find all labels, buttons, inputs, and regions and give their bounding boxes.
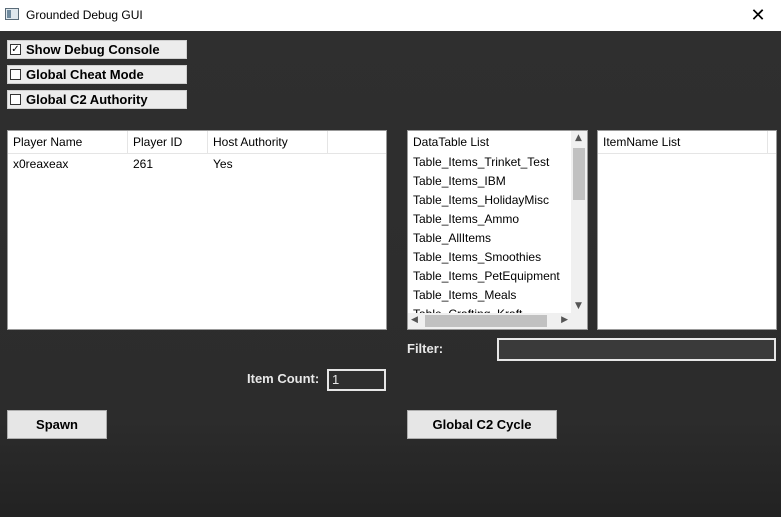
table-header: Player Name Player ID Host Authority [8,131,386,154]
scrollbar-thumb[interactable] [573,148,585,200]
list-item[interactable]: Table_Items_Trinket_Test [408,153,571,172]
list-item[interactable]: Table_Items_Smoothies [408,248,571,267]
checkbox-box[interactable] [10,94,21,105]
list-header: DataTable List [413,135,490,149]
scroll-down-icon[interactable]: ▼ [575,301,582,311]
players-table[interactable]: Player Name Player ID Host Authority x0r… [7,130,387,330]
scrollbar-thumb[interactable] [425,315,547,327]
list-item[interactable]: Table_Crafting_Kraft [408,305,571,313]
list-item[interactable]: Table_Items_Meals [408,286,571,305]
item-count-input[interactable]: 1 [327,369,386,391]
show-debug-console-checkbox[interactable]: ✓ Show Debug Console [7,40,187,59]
checkmark-icon: ✓ [11,43,20,55]
list-header: ItemName List [598,131,776,154]
filter-input[interactable] [497,338,776,361]
itemname-list[interactable]: ItemName List [597,130,777,330]
scrollbar-corner [571,313,587,329]
column-header-player-id[interactable]: Player ID [128,131,208,153]
list-item[interactable]: Table_Items_HolidayMisc [408,191,571,210]
table-row[interactable]: x0reaxeax 261 Yes [8,154,386,175]
list-item[interactable]: Table_Items_Ammo [408,210,571,229]
spawn-button[interactable]: Spawn [7,410,107,439]
client-area: ✓ Show Debug Console Global Cheat Mode G… [0,31,781,517]
global-c2-cycle-button[interactable]: Global C2 Cycle [407,410,557,439]
player-name-cell: x0reaxeax [13,157,69,171]
datatable-list[interactable]: DataTable List Table_Items_Trinket_Test … [407,130,588,330]
host-authority-cell: Yes [213,157,233,171]
scroll-up-icon[interactable]: ▲ [575,133,582,143]
app-icon [5,8,19,20]
title-bar: Grounded Debug GUI ✕ [0,0,781,31]
vertical-scrollbar[interactable]: ▲ ▼ [571,131,587,313]
close-icon: ✕ [750,5,766,26]
column-header-player-name[interactable]: Player Name [8,131,128,153]
close-button[interactable]: ✕ [735,0,781,31]
global-c2-authority-checkbox[interactable]: Global C2 Authority [7,90,187,109]
checkbox-box[interactable] [10,69,21,80]
checkbox-label: Global C2 Authority [26,92,148,107]
list-item[interactable]: Table_Items_PetEquipment [408,267,571,286]
column-header-itemname[interactable]: ItemName List [598,131,768,153]
scroll-right-icon[interactable]: ▶ [561,315,568,325]
filter-label: Filter: [407,341,444,356]
scroll-left-icon[interactable]: ◀ [411,315,418,325]
window-title: Grounded Debug GUI [26,8,143,22]
list-item[interactable]: Table_Items_IBM [408,172,571,191]
datatable-list-viewport: DataTable List Table_Items_Trinket_Test … [408,131,571,313]
checkbox-box[interactable]: ✓ [10,44,21,55]
horizontal-scrollbar[interactable]: ◀ ▶ [408,313,571,329]
checkbox-label: Show Debug Console [26,42,160,57]
checkbox-label: Global Cheat Mode [26,67,144,82]
item-count-label: Item Count: [247,371,320,386]
column-header-host-authority[interactable]: Host Authority [208,131,328,153]
list-item[interactable]: Table_AllItems [408,229,571,248]
player-id-cell: 261 [133,157,154,171]
global-cheat-mode-checkbox[interactable]: Global Cheat Mode [7,65,187,84]
